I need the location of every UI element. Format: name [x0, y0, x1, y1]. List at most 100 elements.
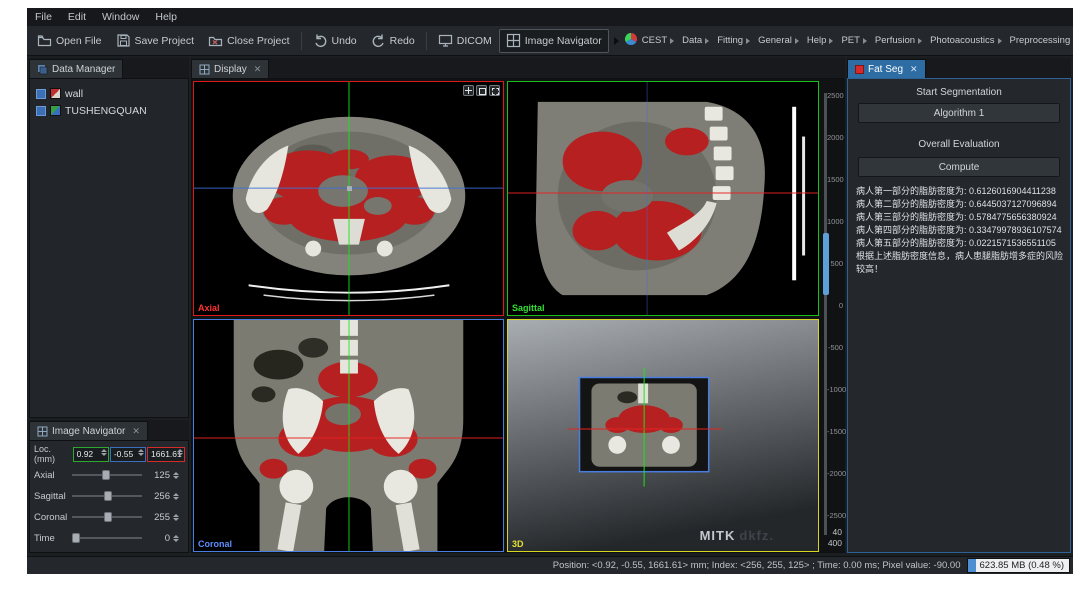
toolbar: Open File Save Project Close Project Und… — [27, 26, 1073, 56]
close-icon[interactable]: ✕ — [132, 426, 140, 437]
menu-window[interactable]: Window — [94, 9, 147, 25]
menu-bar: File Edit Window Help — [27, 8, 1073, 26]
axial-ct-image — [194, 82, 503, 315]
time-slider-handle[interactable] — [72, 533, 80, 543]
fat-seg-icon — [855, 65, 864, 74]
view-menu-label: Help — [807, 35, 827, 46]
spin-arrows-icon[interactable] — [173, 535, 179, 542]
fat-seg-tabbar: Fat Seg ✕ — [847, 58, 1071, 78]
result-line: 病人第二部分的脂肪密度为: 0.6445037127096894 — [856, 198, 1064, 211]
tab-display[interactable]: Display ✕ — [191, 59, 269, 78]
crosshair-toggle-icon[interactable] — [463, 85, 474, 96]
view-menu-help[interactable]: Help — [803, 30, 838, 52]
viewport-coronal[interactable]: Coronal — [193, 319, 504, 552]
loc-x-value: 0.92 — [77, 449, 94, 459]
view-menu-data[interactable]: Data — [678, 30, 713, 52]
close-project-icon — [208, 33, 223, 48]
redo-label: Redo — [390, 35, 415, 47]
level-value[interactable]: 40 — [822, 527, 842, 537]
result-line: 病人第三部分的脂肪密度为: 0.5784775656380924 — [856, 211, 1064, 224]
close-project-button[interactable]: Close Project — [201, 29, 296, 53]
view-menu-cest[interactable]: CEST — [638, 30, 678, 52]
axial-slider[interactable] — [72, 469, 142, 481]
display-tab-icon — [199, 64, 210, 75]
loc-z-spinbox[interactable]: 1661.61 — [147, 447, 185, 462]
coronal-slider-handle[interactable] — [104, 512, 112, 522]
coronal-slider[interactable] — [72, 511, 142, 523]
data-manager-content: wall TUSHENGQUAN — [29, 78, 189, 418]
coronal-slider-label: Coronal — [34, 512, 72, 523]
sagittal-slice-value[interactable]: 256 — [142, 491, 170, 502]
layout-icon[interactable] — [476, 85, 487, 96]
tab-image-navigator[interactable]: Image Navigator ✕ — [29, 421, 148, 440]
window-value[interactable]: 400 — [822, 538, 842, 548]
axial-slider-handle[interactable] — [102, 470, 110, 480]
color-wheel-icon[interactable] — [624, 32, 638, 49]
loc-label: Loc. (mm) — [34, 444, 73, 464]
coronal-slice-value[interactable]: 255 — [142, 512, 170, 523]
visibility-checkbox[interactable] — [36, 106, 46, 116]
viewport-3d[interactable]: MITKdkfz. 3D — [507, 319, 819, 552]
view-menu-label: PET — [841, 35, 859, 46]
redo-button[interactable]: Redo — [364, 29, 422, 53]
spin-arrows-icon[interactable] — [173, 493, 179, 500]
view-menu-perfusion[interactable]: Perfusion — [871, 30, 926, 52]
view-menu-preprocessing[interactable]: Preprocessing — [1006, 30, 1074, 52]
toolbar-overflow-icon[interactable] — [614, 37, 619, 45]
tree-row-tushengquan[interactable]: TUSHENGQUAN — [30, 102, 188, 119]
loc-x-spinbox[interactable]: 0.92 — [73, 447, 109, 462]
sagittal-slider-handle[interactable] — [104, 491, 112, 501]
menu-edit[interactable]: Edit — [60, 9, 94, 25]
submenu-arrow-icon — [705, 38, 709, 44]
algorithm-1-button[interactable]: Algorithm 1 — [858, 103, 1060, 123]
spin-arrows-icon[interactable] — [177, 449, 183, 456]
menu-help[interactable]: Help — [147, 9, 185, 25]
viewport-axial[interactable]: Axial — [193, 81, 504, 316]
save-project-button[interactable]: Save Project — [109, 29, 202, 53]
status-bar: Position: <0.92, -0.55, 1661.61> mm; Ind… — [27, 556, 1073, 574]
node-label: TUSHENGQUAN — [65, 105, 147, 117]
tab-fat-seg[interactable]: Fat Seg ✕ — [847, 59, 926, 78]
undo-button[interactable]: Undo — [306, 29, 364, 53]
submenu-arrow-icon — [795, 38, 799, 44]
menu-file[interactable]: File — [27, 9, 60, 25]
loc-y-spinbox[interactable]: -0.55 — [110, 447, 146, 462]
sagittal-slider-label: Sagittal — [34, 491, 72, 502]
axial-slice-value[interactable]: 125 — [142, 470, 170, 481]
tab-data-manager[interactable]: Data Manager — [29, 59, 123, 78]
open-file-label: Open File — [56, 35, 102, 47]
fullscreen-icon[interactable] — [489, 85, 500, 96]
fat-density-results: 病人第一部分的脂肪密度为: 0.6126016904411238 病人第二部分的… — [856, 185, 1064, 276]
view-menu-pet[interactable]: PET — [837, 30, 870, 52]
close-icon[interactable]: ✕ — [254, 64, 262, 75]
view-menu-label: Preprocessing — [1010, 35, 1071, 46]
lw-tick: -2500 — [827, 511, 843, 520]
visibility-checkbox[interactable] — [36, 89, 46, 99]
viewport-sagittal[interactable]: Sagittal — [507, 81, 819, 316]
view-menu-general[interactable]: General — [754, 30, 803, 52]
close-icon[interactable]: ✕ — [910, 64, 918, 75]
spin-arrows-icon[interactable] — [101, 449, 107, 456]
submenu-arrow-icon — [746, 38, 750, 44]
spin-arrows-icon[interactable] — [138, 449, 144, 456]
dicom-button[interactable]: DICOM — [431, 29, 499, 53]
sagittal-ct-image — [508, 82, 818, 315]
memory-usage-widget: 623.85 MB (0.48 %) — [967, 558, 1071, 573]
display-panel: Display ✕ — [191, 58, 845, 553]
tab-display-label: Display — [214, 64, 247, 75]
time-value[interactable]: 0 — [142, 533, 170, 544]
lw-tick: 1000 — [827, 217, 843, 226]
sagittal-slider[interactable] — [72, 490, 142, 502]
image-navigator-button[interactable]: Image Navigator — [499, 29, 609, 53]
tree-row-wall[interactable]: wall — [30, 85, 188, 102]
view-menu-label: Perfusion — [875, 35, 915, 46]
compute-button[interactable]: Compute — [858, 157, 1060, 177]
view-menu-fitting[interactable]: Fitting — [713, 30, 754, 52]
lw-tick: -1500 — [827, 427, 843, 436]
submenu-arrow-icon — [829, 38, 833, 44]
time-slider[interactable] — [72, 532, 142, 544]
view-menu-photoacoustics[interactable]: Photoacoustics — [926, 30, 1005, 52]
spin-arrows-icon[interactable] — [173, 472, 179, 479]
open-file-button[interactable]: Open File — [30, 29, 109, 53]
spin-arrows-icon[interactable] — [173, 514, 179, 521]
